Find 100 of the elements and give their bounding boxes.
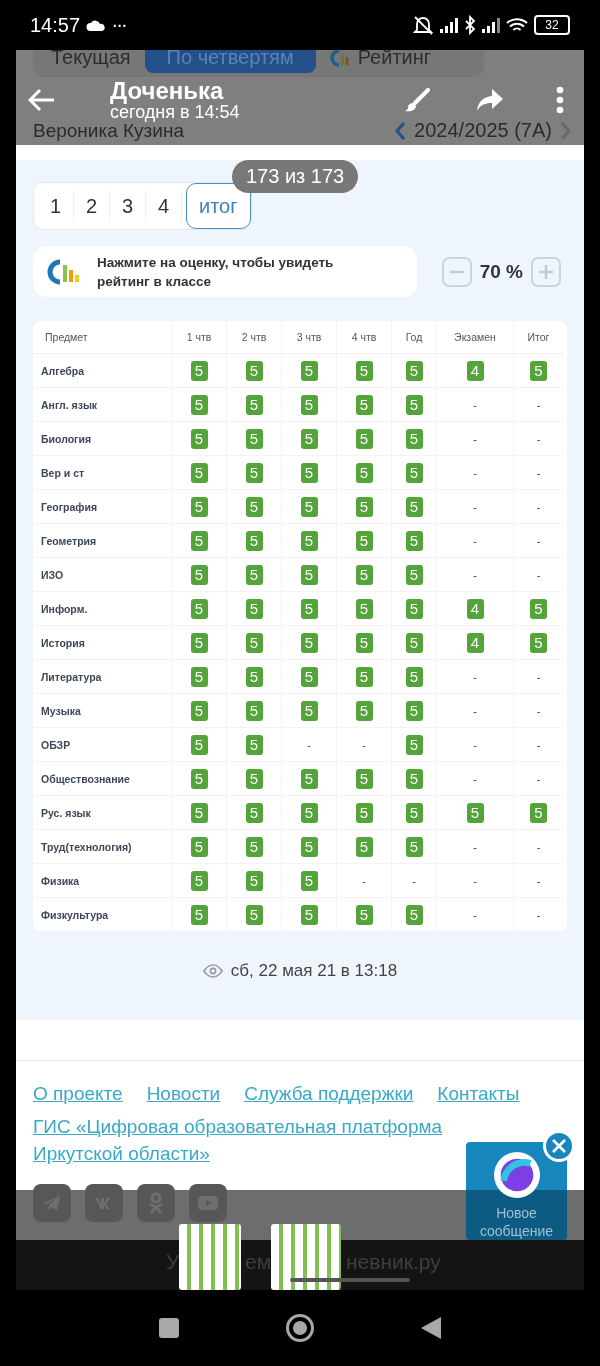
- grade-badge[interactable]: 5: [300, 530, 318, 551]
- grade-badge[interactable]: 5: [190, 428, 208, 449]
- grade-badge[interactable]: 5: [355, 666, 373, 687]
- grade-badge[interactable]: 5: [405, 802, 423, 823]
- grade-badge[interactable]: 5: [300, 836, 318, 857]
- ok-button[interactable]: [137, 1184, 175, 1222]
- chevron-left-icon[interactable]: [394, 120, 407, 141]
- quarter-tab[interactable]: 2: [74, 191, 110, 221]
- grade-badge[interactable]: 5: [245, 734, 263, 755]
- grade-badge[interactable]: 5: [355, 394, 373, 415]
- grade-badge[interactable]: 5: [190, 632, 208, 653]
- grade-badge[interactable]: 5: [405, 394, 423, 415]
- footer-link[interactable]: Служба поддержки: [244, 1083, 414, 1105]
- grade-badge[interactable]: 5: [245, 870, 263, 891]
- grade-badge[interactable]: 5: [355, 768, 373, 789]
- grade-badge[interactable]: 5: [190, 802, 208, 823]
- page-tab[interactable]: Рейтинг: [319, 50, 442, 73]
- grade-badge[interactable]: 5: [300, 666, 318, 687]
- grade-badge[interactable]: 5: [245, 632, 263, 653]
- grade-badge[interactable]: 5: [355, 700, 373, 721]
- grade-badge[interactable]: 5: [405, 496, 423, 517]
- grade-badge[interactable]: 5: [300, 904, 318, 925]
- grade-badge[interactable]: 5: [300, 496, 318, 517]
- grade-badge[interactable]: 5: [355, 360, 373, 381]
- grade-badge[interactable]: 5: [466, 802, 484, 823]
- screenshot-thumbnail[interactable]: [271, 1224, 341, 1290]
- screenshot-thumbnail[interactable]: [179, 1224, 241, 1290]
- grade-badge[interactable]: 5: [245, 904, 263, 925]
- grade-badge[interactable]: 5: [355, 496, 373, 517]
- chat-widget[interactable]: Новое сообщение: [466, 1142, 567, 1240]
- grade-badge[interactable]: 5: [355, 836, 373, 857]
- grade-badge[interactable]: 5: [355, 428, 373, 449]
- grade-badge[interactable]: 5: [190, 666, 208, 687]
- grade-badge[interactable]: 5: [245, 700, 263, 721]
- quarter-tab[interactable]: 4: [146, 191, 182, 221]
- grade-badge[interactable]: 5: [190, 530, 208, 551]
- grade-badge[interactable]: 5: [190, 870, 208, 891]
- telegram-button[interactable]: [33, 1184, 71, 1222]
- grade-badge[interactable]: 5: [190, 768, 208, 789]
- grade-badge[interactable]: 5: [355, 632, 373, 653]
- grade-badge[interactable]: 5: [245, 496, 263, 517]
- grade-badge[interactable]: 5: [405, 768, 423, 789]
- home-icon[interactable]: [285, 1313, 315, 1343]
- grade-badge[interactable]: 5: [355, 904, 373, 925]
- grade-badge[interactable]: 5: [245, 802, 263, 823]
- grade-badge[interactable]: 5: [300, 700, 318, 721]
- more-options-icon[interactable]: [556, 86, 564, 114]
- grade-badge[interactable]: 5: [245, 428, 263, 449]
- grade-badge[interactable]: 5: [300, 564, 318, 585]
- grade-badge[interactable]: 5: [405, 530, 423, 551]
- quarter-tab[interactable]: 1: [38, 191, 74, 221]
- grade-badge[interactable]: 5: [190, 360, 208, 381]
- grade-badge[interactable]: 5: [245, 530, 263, 551]
- grade-badge[interactable]: 5: [245, 666, 263, 687]
- grade-badge[interactable]: 5: [190, 564, 208, 585]
- grade-badge[interactable]: 5: [355, 598, 373, 619]
- brush-icon[interactable]: [404, 88, 430, 114]
- grade-badge[interactable]: 5: [355, 802, 373, 823]
- grade-badge[interactable]: 5: [300, 802, 318, 823]
- grade-badge[interactable]: 5: [405, 666, 423, 687]
- quarter-tab[interactable]: 3: [110, 191, 146, 221]
- grade-badge[interactable]: 5: [300, 870, 318, 891]
- grade-badge[interactable]: 5: [530, 632, 547, 653]
- footer-link[interactable]: Новости: [146, 1083, 221, 1105]
- grade-badge[interactable]: 5: [190, 836, 208, 857]
- grade-badge[interactable]: 5: [245, 462, 263, 483]
- grade-badge[interactable]: 5: [300, 360, 318, 381]
- grade-badge[interactable]: 5: [405, 904, 423, 925]
- grade-badge[interactable]: 5: [405, 836, 423, 857]
- grade-badge[interactable]: 5: [190, 462, 208, 483]
- grade-badge[interactable]: 4: [466, 598, 484, 619]
- back-icon[interactable]: [420, 1316, 442, 1340]
- grade-badge[interactable]: 5: [405, 360, 423, 381]
- grade-badge[interactable]: 5: [405, 632, 423, 653]
- grade-badge[interactable]: 5: [245, 598, 263, 619]
- grade-badge[interactable]: 5: [300, 632, 318, 653]
- grade-badge[interactable]: 5: [300, 462, 318, 483]
- video-play-button[interactable]: [189, 1184, 227, 1222]
- grade-badge[interactable]: 5: [300, 598, 318, 619]
- grade-badge[interactable]: 5: [245, 564, 263, 585]
- page-tab[interactable]: Текущая: [41, 50, 141, 73]
- recent-apps-icon[interactable]: [158, 1317, 180, 1339]
- grade-badge[interactable]: 5: [245, 768, 263, 789]
- grade-badge[interactable]: 5: [300, 394, 318, 415]
- grade-badge[interactable]: 5: [300, 428, 318, 449]
- grade-badge[interactable]: 4: [466, 360, 484, 381]
- footer-link[interactable]: Контакты: [437, 1083, 520, 1105]
- grade-badge[interactable]: 5: [405, 598, 423, 619]
- grade-badge[interactable]: 5: [355, 530, 373, 551]
- grade-badge[interactable]: 5: [530, 802, 547, 823]
- grade-badge[interactable]: 5: [190, 904, 208, 925]
- grade-badge[interactable]: 5: [245, 836, 263, 857]
- grade-badge[interactable]: 5: [245, 360, 263, 381]
- grade-badge[interactable]: 5: [190, 700, 208, 721]
- grade-badge[interactable]: 5: [530, 360, 547, 381]
- grade-badge[interactable]: 5: [190, 598, 208, 619]
- grade-badge[interactable]: 5: [530, 598, 547, 619]
- grade-badge[interactable]: 5: [355, 564, 373, 585]
- vk-button[interactable]: [85, 1184, 123, 1222]
- platform-link[interactable]: ГИС «Цифровая образовательная платформа Иркутской области»: [33, 1113, 446, 1167]
